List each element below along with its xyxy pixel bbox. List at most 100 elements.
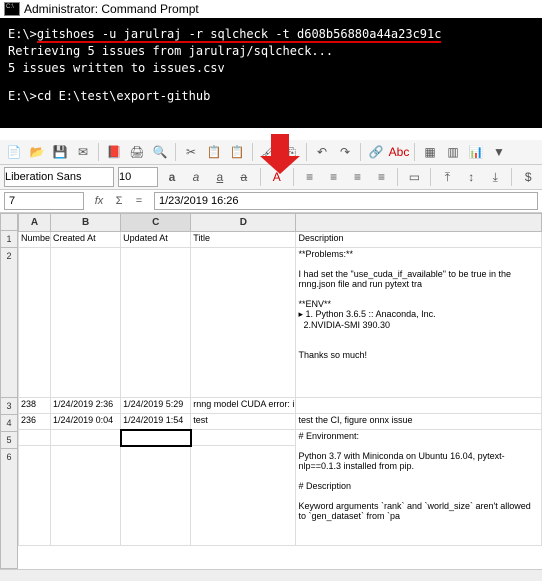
cell[interactable]: test bbox=[191, 414, 296, 430]
column-icon[interactable]: ▥ bbox=[443, 142, 463, 162]
cell[interactable]: Description bbox=[296, 232, 542, 248]
cell[interactable]: 1/24/2019 1:54 bbox=[121, 414, 191, 430]
paste-icon[interactable]: 📋 bbox=[227, 142, 247, 162]
currency-icon[interactable]: $ bbox=[518, 167, 538, 187]
cell[interactable]: Number bbox=[19, 232, 51, 248]
cell[interactable]: test the CI, figure onnx issue bbox=[296, 414, 542, 430]
email-icon[interactable]: ✉ bbox=[73, 142, 93, 162]
cell[interactable]: 236 bbox=[19, 414, 51, 430]
col-header[interactable] bbox=[296, 214, 542, 232]
merge-icon[interactable]: ▭ bbox=[404, 167, 424, 187]
col-header-row: A B C D bbox=[19, 214, 542, 232]
command-prompt-window: Administrator: Command Prompt E:\>gitsho… bbox=[0, 0, 542, 128]
table-row: Number Created At Updated At Title Descr… bbox=[19, 232, 542, 248]
cell[interactable] bbox=[191, 430, 296, 446]
formula-input[interactable] bbox=[154, 192, 538, 210]
sum-icon[interactable]: Σ bbox=[110, 192, 128, 210]
cell[interactable]: 1/24/2019 0:04 bbox=[51, 414, 121, 430]
spreadsheet-window: 📄 📂 💾 ✉ 📕 🖨 🔍 ✂ 📋 📋 🖌 ⎘ ↶ ↷ 🔗 Abc ▦ ▥ 📊 … bbox=[0, 140, 542, 581]
cell[interactable] bbox=[19, 446, 51, 546]
filter-icon[interactable]: ▼ bbox=[489, 142, 509, 162]
cell[interactable]: 1/24/2019 5:29 bbox=[121, 398, 191, 414]
chart-icon[interactable]: 📊 bbox=[466, 142, 486, 162]
selected-cell[interactable] bbox=[121, 430, 191, 446]
row-header[interactable]: 1 bbox=[0, 231, 18, 248]
cell[interactable] bbox=[121, 446, 191, 546]
cell[interactable] bbox=[191, 248, 296, 398]
col-header[interactable]: B bbox=[51, 214, 121, 232]
col-header[interactable]: A bbox=[19, 214, 51, 232]
cell[interactable] bbox=[51, 248, 121, 398]
table-row: # Environment: Python 3.7 with Miniconda… bbox=[19, 430, 542, 446]
align-center-icon[interactable]: ≡ bbox=[324, 167, 344, 187]
cell[interactable]: 1/24/2019 2:36 bbox=[51, 398, 121, 414]
cell[interactable]: Title bbox=[191, 232, 296, 248]
row-header[interactable]: 3 bbox=[0, 398, 18, 415]
spellcheck-icon[interactable]: Abc bbox=[389, 142, 409, 162]
select-all-corner[interactable] bbox=[0, 213, 18, 231]
preview-icon[interactable]: 🔍 bbox=[150, 142, 170, 162]
table-row: 238 1/24/2019 2:36 1/24/2019 5:29 rnng m… bbox=[19, 398, 542, 414]
cell-reference-input[interactable] bbox=[4, 192, 84, 210]
cmd-titlebar: Administrator: Command Prompt bbox=[0, 0, 542, 18]
align-justify-icon[interactable]: ≡ bbox=[372, 167, 392, 187]
cmd-icon bbox=[4, 2, 20, 16]
grid: 1 2 3 4 5 6 A B C D Number bbox=[0, 213, 542, 569]
cell[interactable]: rnng model CUDA error: initializatio bbox=[191, 398, 296, 414]
col-header[interactable]: D bbox=[191, 214, 296, 232]
align-right-icon[interactable]: ≡ bbox=[348, 167, 368, 187]
table-icon[interactable]: ▦ bbox=[420, 142, 440, 162]
fx-icon[interactable]: fx bbox=[90, 192, 108, 210]
cell[interactable]: Created At bbox=[51, 232, 121, 248]
equals-icon[interactable]: = bbox=[130, 192, 148, 210]
font-name-select[interactable] bbox=[4, 167, 114, 187]
valign-top-icon[interactable]: ⤒ bbox=[437, 167, 457, 187]
undo-icon[interactable]: ↶ bbox=[312, 142, 332, 162]
cell[interactable] bbox=[51, 446, 121, 546]
valign-mid-icon[interactable]: ↕ bbox=[461, 167, 481, 187]
cut-icon[interactable]: ✂ bbox=[181, 142, 201, 162]
link-icon[interactable]: 🔗 bbox=[366, 142, 386, 162]
cmd-line-4: E:\>cd E:\test\export-github bbox=[8, 88, 534, 105]
strike-icon[interactable]: a bbox=[234, 167, 254, 187]
cell[interactable]: 238 bbox=[19, 398, 51, 414]
cmd-line-3: 5 issues written to issues.csv bbox=[8, 60, 534, 77]
cell[interactable] bbox=[19, 248, 51, 398]
print-icon[interactable]: 🖨 bbox=[127, 142, 147, 162]
cmd-line-2: Retrieving 5 issues from jarulraj/sqlche… bbox=[8, 43, 534, 60]
copy-icon[interactable]: 📋 bbox=[204, 142, 224, 162]
table-row: 236 1/24/2019 0:04 1/24/2019 1:54 test t… bbox=[19, 414, 542, 430]
row-header[interactable]: 4 bbox=[0, 415, 18, 432]
cmd-body[interactable]: E:\>gitshoes -u jarulraj -r sqlcheck -t … bbox=[0, 18, 542, 128]
cell[interactable] bbox=[19, 430, 51, 446]
redo-icon[interactable]: ↷ bbox=[335, 142, 355, 162]
pdf-icon[interactable]: 📕 bbox=[104, 142, 124, 162]
formula-bar: fx Σ = bbox=[0, 190, 542, 213]
cell[interactable] bbox=[121, 248, 191, 398]
row-headers: 1 2 3 4 5 6 bbox=[0, 213, 18, 569]
cell[interactable]: # Environment: Python 3.7 with Miniconda… bbox=[296, 430, 542, 546]
save-icon[interactable]: 💾 bbox=[50, 142, 70, 162]
align-left-icon[interactable]: ≡ bbox=[300, 167, 320, 187]
col-header[interactable]: C bbox=[121, 214, 191, 232]
row-header[interactable]: 2 bbox=[0, 248, 18, 398]
cell[interactable] bbox=[191, 446, 296, 546]
open-icon[interactable]: 📂 bbox=[27, 142, 47, 162]
sheet-table: A B C D Number Created At Updated At Tit… bbox=[18, 213, 542, 546]
table-row: **Problems:** I had set the "use_cuda_if… bbox=[19, 248, 542, 398]
row-header[interactable]: 6 bbox=[0, 449, 18, 569]
new-doc-icon[interactable]: 📄 bbox=[4, 142, 24, 162]
font-size-select[interactable] bbox=[118, 167, 158, 187]
bold-icon[interactable]: a bbox=[162, 167, 182, 187]
underline-icon[interactable]: a bbox=[210, 167, 230, 187]
cell[interactable]: Updated At bbox=[121, 232, 191, 248]
status-bar bbox=[0, 569, 542, 581]
cmd-title: Administrator: Command Prompt bbox=[24, 2, 199, 16]
cell[interactable] bbox=[51, 430, 121, 446]
cell[interactable] bbox=[296, 398, 542, 414]
valign-bot-icon[interactable]: ⤓ bbox=[485, 167, 505, 187]
arrow-down bbox=[0, 128, 542, 140]
cell[interactable]: **Problems:** I had set the "use_cuda_if… bbox=[296, 248, 542, 398]
row-header[interactable]: 5 bbox=[0, 432, 18, 449]
italic-icon[interactable]: a bbox=[186, 167, 206, 187]
